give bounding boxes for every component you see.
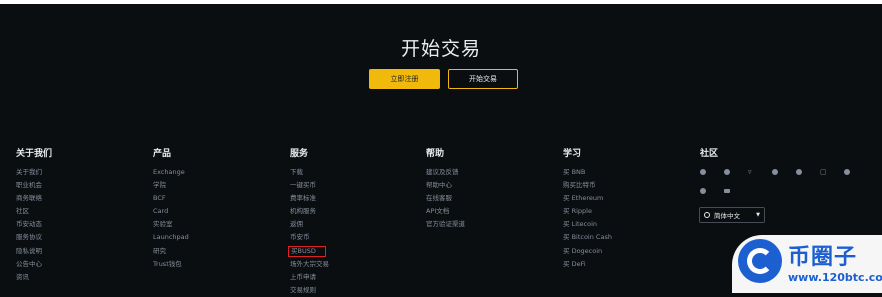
top-border xyxy=(0,0,882,4)
footer-link[interactable]: 建议及反馈 xyxy=(426,166,465,179)
footer-link[interactable]: 买 Ethereum xyxy=(563,192,612,205)
watermark: 币圈子 www.120btc.com xyxy=(732,235,882,293)
footer-column-help: 帮助 建议及反馈 帮助中心 在线客服 API文档 官方验证渠道 xyxy=(426,148,465,231)
start-trading-button[interactable]: 开始交易 xyxy=(448,69,518,89)
globe-icon xyxy=(704,212,710,218)
watermark-url: www.120btc.com xyxy=(788,271,882,284)
footer-link[interactable]: Exchange xyxy=(153,166,189,179)
footer-column-products: 产品 Exchange 学院 BCF Card 实验室 Launchpad 研究… xyxy=(153,148,189,271)
footer-column-about: 关于我们 关于我们 职业机会 商务联络 社区 币安动态 服务协议 隐私说明 公告… xyxy=(16,148,52,284)
footer-link-highlighted[interactable]: 买BUSD xyxy=(288,245,329,258)
footer-link[interactable]: 职业机会 xyxy=(16,179,52,192)
footer-link[interactable]: Card xyxy=(153,205,189,218)
weibo-icon[interactable] xyxy=(796,166,820,178)
footer-link[interactable]: 买 Bitcoin Cash xyxy=(563,231,612,244)
column-heading: 学习 xyxy=(563,149,582,159)
vk-icon[interactable] xyxy=(844,166,868,178)
footer-link[interactable]: 服务协议 xyxy=(16,231,52,244)
twitter-icon[interactable]: ▿ xyxy=(748,166,772,178)
footer-link[interactable]: 官方验证渠道 xyxy=(426,218,465,231)
column-heading: 帮助 xyxy=(426,149,445,159)
footer-link[interactable]: 实验室 xyxy=(153,218,189,231)
footer-link[interactable]: 商务联络 xyxy=(16,192,52,205)
footer-link[interactable]: 买 Dogecoin xyxy=(563,245,612,258)
footer-link[interactable]: 学院 xyxy=(153,179,189,192)
coinmarketcap-icon[interactable] xyxy=(700,185,724,197)
telegram-icon[interactable] xyxy=(700,166,724,178)
footer-link[interactable]: 在线客服 xyxy=(426,192,465,205)
footer-link[interactable]: 机构服务 xyxy=(290,205,329,218)
footer-column-learn: 学习 买 BNB 购买比特币 买 Ethereum 买 Ripple 买 Lit… xyxy=(563,148,612,271)
footer-link[interactable]: 买 DeFi xyxy=(563,258,612,271)
footer-link[interactable]: 买 Ripple xyxy=(563,205,612,218)
footer-link[interactable]: 交易规则 xyxy=(290,284,329,297)
column-heading: 社区 xyxy=(700,149,719,159)
language-select[interactable]: 简体中文 ▼ xyxy=(699,207,765,223)
footer-link[interactable]: 费率标准 xyxy=(290,192,329,205)
footer-link[interactable]: 币安动态 xyxy=(16,218,52,231)
buy-busd-highlight[interactable]: 买BUSD xyxy=(288,245,326,257)
footer-link[interactable]: 公告中心 xyxy=(16,258,52,271)
watermark-logo-icon xyxy=(738,239,782,283)
footer-link[interactable]: 研究 xyxy=(153,245,189,258)
language-label: 简体中文 xyxy=(714,212,740,220)
footer-link[interactable]: 币安币 xyxy=(290,231,329,244)
youtube-icon[interactable] xyxy=(724,185,748,197)
footer-link[interactable]: 一键买币 xyxy=(290,179,329,192)
footer-column-services: 服务 下载 一键买币 费率标准 机构服务 返佣 币安币 买BUSD 场外大宗交易… xyxy=(288,148,329,297)
facebook-icon[interactable] xyxy=(724,166,748,178)
social-icons-row-2 xyxy=(700,185,748,197)
chevron-down-icon: ▼ xyxy=(756,212,760,218)
footer-link[interactable]: 买 Litecoin xyxy=(563,218,612,231)
social-icons-row-1: ▿ ▢ xyxy=(700,166,868,178)
footer-link[interactable]: 帮助中心 xyxy=(426,179,465,192)
footer-link[interactable]: 隐私说明 xyxy=(16,245,52,258)
footer-link[interactable]: 返佣 xyxy=(290,218,329,231)
footer-link[interactable]: Trust钱包 xyxy=(153,258,189,271)
footer-link[interactable]: 买 BNB xyxy=(563,166,612,179)
footer-column-community: 社区 xyxy=(700,148,718,166)
reddit-icon[interactable] xyxy=(772,166,796,178)
column-heading: 产品 xyxy=(153,149,172,159)
footer-link[interactable]: 社区 xyxy=(16,205,52,218)
footer-link[interactable]: 场外大宗交易 xyxy=(290,258,329,271)
footer-link[interactable]: 购买比特币 xyxy=(563,179,612,192)
footer-link[interactable]: BCF xyxy=(153,192,189,205)
footer-link[interactable]: 下载 xyxy=(290,166,329,179)
footer-link[interactable]: 资讯 xyxy=(16,271,52,284)
column-heading: 关于我们 xyxy=(16,149,53,159)
footer-link[interactable]: Launchpad xyxy=(153,231,189,244)
footer-link[interactable]: 上币申请 xyxy=(290,271,329,284)
instagram-icon[interactable]: ▢ xyxy=(820,166,844,178)
footer-link[interactable]: 关于我们 xyxy=(16,166,52,179)
hero-title: 开始交易 xyxy=(400,38,481,60)
column-heading: 服务 xyxy=(290,149,309,159)
register-button[interactable]: 立即注册 xyxy=(369,69,440,89)
watermark-name: 币圈子 xyxy=(788,245,858,270)
footer-link[interactable]: API文档 xyxy=(426,205,465,218)
